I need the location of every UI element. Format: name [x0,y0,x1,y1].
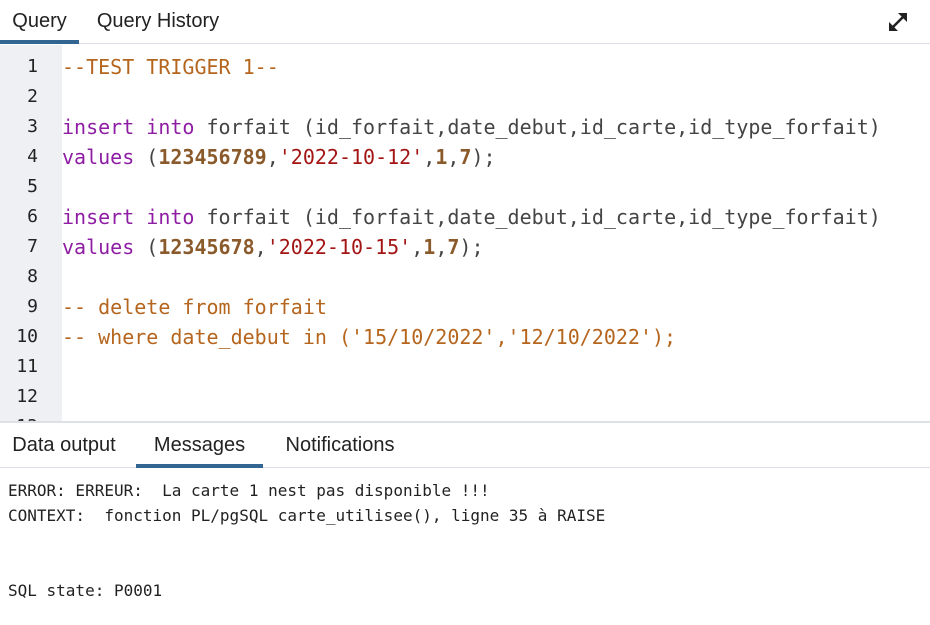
expand-arrows-icon [889,13,907,31]
code-line[interactable]: -- where date_debut in ('15/10/2022','12… [62,322,676,352]
line-number: 5 [27,176,38,197]
code-token: , [254,235,267,259]
line-number: 2 [27,86,38,107]
expand-button[interactable] [884,8,912,36]
code-token: 123456789 [158,145,267,169]
code-line[interactable]: values (123456789,'2022-10-12',1,7); [62,142,496,172]
tab-messages[interactable]: Messages [136,423,263,468]
line-number: 10 [16,326,38,347]
line-number: 12 [16,386,38,407]
code-token: into [146,115,195,139]
line-number: 8 [27,266,38,287]
code-token: values [62,145,135,169]
code-token: , [447,145,460,169]
code-line[interactable]: insert into forfait (id_forfait,date_deb… [62,112,881,142]
blank-line: ​ [8,528,605,553]
line-number: 1 [27,56,38,77]
sql-state-message: SQL state: P0001 [8,581,163,600]
code-token: 1 [423,235,436,259]
line-number: 3 [27,116,38,137]
code-line[interactable]: insert into forfait (id_forfait,date_deb… [62,202,881,232]
code-token: 1 [435,145,448,169]
code-token: '2022-10-15' [266,235,412,259]
messages-panel: ERROR: ERREUR: La carte 1 nest pas dispo… [8,478,605,603]
line-number: 7 [27,236,38,257]
context-message: CONTEXT: fonction PL/pgSQL carte_utilise… [8,506,606,525]
output-tab-bar: Data output Messages Notifications [0,423,930,468]
code-token: ); [459,235,484,259]
code-token: -- where date_debut in ('15/10/2022','12… [62,325,677,349]
line-number: 4 [27,146,38,167]
code-line[interactable]: -- delete from forfait [62,292,327,322]
code-token: ); [471,145,496,169]
code-token: forfait (id_forfait,date_debut,id_carte,… [194,205,881,229]
code-token: values [62,235,135,259]
editor-tab-bar: Query Query History [0,0,930,44]
tab-query-history[interactable]: Query History [79,0,237,44]
code-token: , [411,235,424,259]
line-number: 6 [27,206,38,227]
code-token: , [423,145,436,169]
blank-line: ​ [8,553,605,578]
code-token: ( [134,235,159,259]
code-token: 7 [459,145,472,169]
line-number-gutter: 12345678910111213 [0,45,62,421]
tab-notifications[interactable]: Notifications [270,423,410,468]
code-token: insert [62,115,135,139]
code-token: , [266,145,279,169]
query-tool: Query Query History 12345678910111213 --… [0,0,930,625]
tab-data-output[interactable]: Data output [0,423,128,468]
code-token: --TEST TRIGGER 1-- [62,55,279,79]
code-token: , [435,235,448,259]
code-token: into [146,205,195,229]
code-token: '2022-10-12' [278,145,424,169]
code-line[interactable]: --TEST TRIGGER 1-- [62,52,279,82]
code-token: insert [62,205,135,229]
code-line[interactable]: values (12345678,'2022-10-15',1,7); [62,232,484,262]
code-token: forfait (id_forfait,date_debut,id_carte,… [194,115,881,139]
code-token: 12345678 [158,235,255,259]
sql-editor[interactable]: 12345678910111213 --TEST TRIGGER 1--inse… [0,45,930,421]
code-token: 7 [447,235,460,259]
tab-query[interactable]: Query [0,0,79,44]
line-number: 11 [16,356,38,377]
error-message: ERROR: ERREUR: La carte 1 nest pas dispo… [8,481,490,500]
code-token: -- delete from forfait [62,295,327,319]
line-number: 9 [27,296,38,317]
line-number: 13 [0,412,38,421]
code-token: ( [134,145,159,169]
